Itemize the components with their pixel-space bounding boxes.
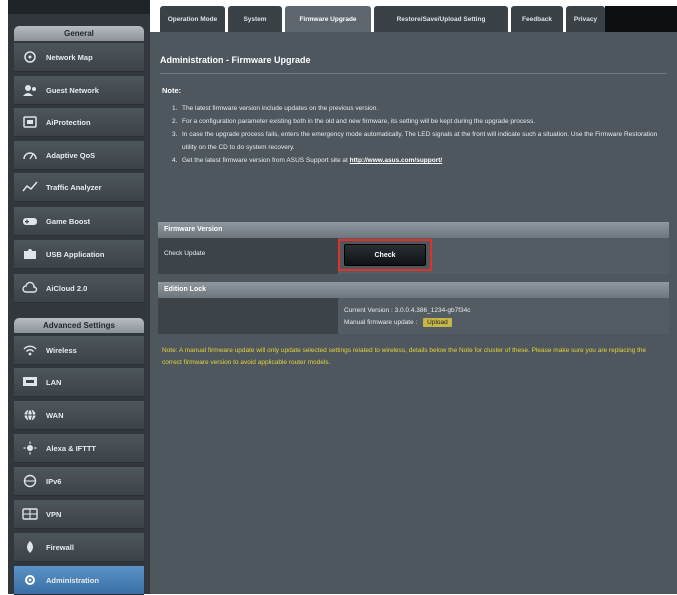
sidebar-item-label: AiCloud 2.0 bbox=[46, 283, 88, 293]
sidebar-item-label: VPN bbox=[46, 509, 62, 519]
tab-privacy[interactable]: Privacy bbox=[566, 6, 605, 32]
check-button[interactable]: Check bbox=[344, 244, 426, 266]
sidebar-item-wireless[interactable]: Wireless bbox=[14, 336, 144, 365]
sidebar-item-firewall[interactable]: Firewall bbox=[14, 533, 144, 562]
sidebar-item-label: AiProtection bbox=[46, 117, 91, 127]
sidebar-item-network-map[interactable]: Network Map bbox=[14, 43, 144, 72]
manual-update-warning: Note: A manual firmware update will only… bbox=[162, 347, 647, 366]
router-admin-window: General Network Map Guest Network AiProt… bbox=[0, 0, 677, 595]
sidebar-item-aiprotection[interactable]: AiProtection bbox=[14, 108, 144, 137]
game-boost-icon bbox=[22, 214, 38, 228]
wireless-icon bbox=[22, 343, 38, 357]
support-link[interactable]: http://www.asus.com/support/ bbox=[350, 157, 443, 164]
sidebar-item-lan[interactable]: LAN bbox=[14, 368, 144, 397]
guest-network-icon bbox=[22, 83, 38, 97]
tab-bar: Operation Mode System Firmware Upgrade R… bbox=[150, 0, 677, 32]
note-item: The latest firmware version include upda… bbox=[172, 102, 379, 115]
sidebar-section-general: General bbox=[14, 26, 144, 41]
tab-system[interactable]: System bbox=[228, 6, 282, 32]
sidebar-item-label: Firewall bbox=[46, 542, 74, 552]
alexa-icon bbox=[22, 441, 38, 455]
sidebar-item-guest-network[interactable]: Guest Network bbox=[14, 76, 144, 105]
admin-icon bbox=[22, 573, 38, 587]
sidebar-top-strip bbox=[8, 0, 150, 14]
sidebar: General Network Map Guest Network AiProt… bbox=[8, 0, 150, 595]
page-title: Administration - Firmware Upgrade bbox=[160, 55, 311, 65]
sidebar-section-advanced: Advanced Settings bbox=[14, 318, 144, 333]
sidebar-item-label: Guest Network bbox=[46, 85, 99, 95]
ipv6-icon bbox=[22, 474, 38, 488]
globe-icon bbox=[22, 408, 38, 422]
vpn-icon bbox=[22, 507, 38, 521]
sidebar-item-label: Administration bbox=[46, 575, 99, 585]
sidebar-item-traffic-analyzer[interactable]: Traffic Analyzer bbox=[14, 173, 144, 202]
shield-icon bbox=[22, 115, 38, 129]
upload-button[interactable]: Upload bbox=[423, 318, 452, 327]
sidebar-item-ipv6[interactable]: IPv6 bbox=[14, 467, 144, 496]
sidebar-item-aicloud[interactable]: AiCloud 2.0 bbox=[14, 274, 144, 303]
sidebar-item-alexa-ifttt[interactable]: Alexa & IFTTT bbox=[14, 434, 144, 463]
gauge-icon bbox=[22, 148, 38, 162]
sidebar-item-label: IPv6 bbox=[46, 476, 62, 486]
tab-feedback[interactable]: Feedback bbox=[511, 6, 563, 32]
sidebar-item-wan[interactable]: WAN bbox=[14, 401, 144, 430]
firmware-version-header: Firmware Version bbox=[158, 222, 669, 238]
firmware-version-info: Current Version : 3.0.0.4.386_1234-gb7f3… bbox=[344, 305, 470, 329]
check-button-highlight: Check bbox=[338, 239, 432, 271]
note-heading: Note: bbox=[162, 86, 182, 95]
note-item: For a configuration parameter existing b… bbox=[172, 115, 535, 128]
sidebar-item-game-boost[interactable]: Game Boost bbox=[14, 207, 144, 236]
firmware-label-cell bbox=[158, 298, 338, 334]
cloud-icon bbox=[22, 281, 38, 295]
sidebar-item-label: Adaptive QoS bbox=[46, 150, 96, 160]
sidebar-item-label: Network Map bbox=[46, 52, 93, 62]
sidebar-item-label: Alexa & IFTTT bbox=[46, 443, 97, 453]
tab-bar-filler bbox=[605, 6, 677, 32]
check-update-label: Check Update bbox=[164, 250, 206, 257]
title-divider bbox=[160, 73, 667, 74]
note-item: In case the upgrade process fails, enter… bbox=[172, 128, 658, 151]
tab-firmware-upgrade[interactable]: Firmware Upgrade bbox=[285, 6, 371, 32]
manual-update-label: Manual firmware update : bbox=[344, 319, 418, 326]
note-item: Get the latest firmware version from ASU… bbox=[172, 154, 443, 167]
tab-restore-save-upload[interactable]: Restore/Save/Upload Setting bbox=[374, 6, 508, 32]
lan-icon bbox=[22, 375, 38, 389]
main-panel: Operation Mode System Firmware Upgrade R… bbox=[150, 0, 677, 594]
tab-operation-mode[interactable]: Operation Mode bbox=[160, 6, 225, 32]
sidebar-item-label: Wireless bbox=[46, 345, 77, 355]
puzzle-icon bbox=[22, 247, 38, 261]
sidebar-item-usb-application[interactable]: USB Application bbox=[14, 240, 144, 269]
sidebar-item-adaptive-qos[interactable]: Adaptive QoS bbox=[14, 141, 144, 170]
sidebar-item-vpn[interactable]: VPN bbox=[14, 500, 144, 529]
network-map-icon bbox=[22, 50, 38, 64]
manual-update-row: Manual firmware update : Upload bbox=[344, 317, 470, 329]
sidebar-item-label: USB Application bbox=[46, 249, 105, 259]
sidebar-item-label: WAN bbox=[46, 410, 64, 420]
sidebar-item-administration[interactable]: Administration bbox=[14, 566, 144, 595]
current-version-text: Current Version : 3.0.0.4.386_1234-gb7f3… bbox=[344, 307, 471, 314]
sidebar-item-label: Game Boost bbox=[46, 216, 91, 226]
firmware-section-header: Edition Lock bbox=[158, 282, 669, 298]
sidebar-item-label: LAN bbox=[46, 377, 62, 387]
sidebar-item-label: Traffic Analyzer bbox=[46, 182, 102, 192]
notes-list: The latest firmware version include upda… bbox=[172, 102, 662, 167]
traffic-analyzer-icon bbox=[22, 180, 38, 194]
firewall-icon bbox=[22, 540, 38, 554]
